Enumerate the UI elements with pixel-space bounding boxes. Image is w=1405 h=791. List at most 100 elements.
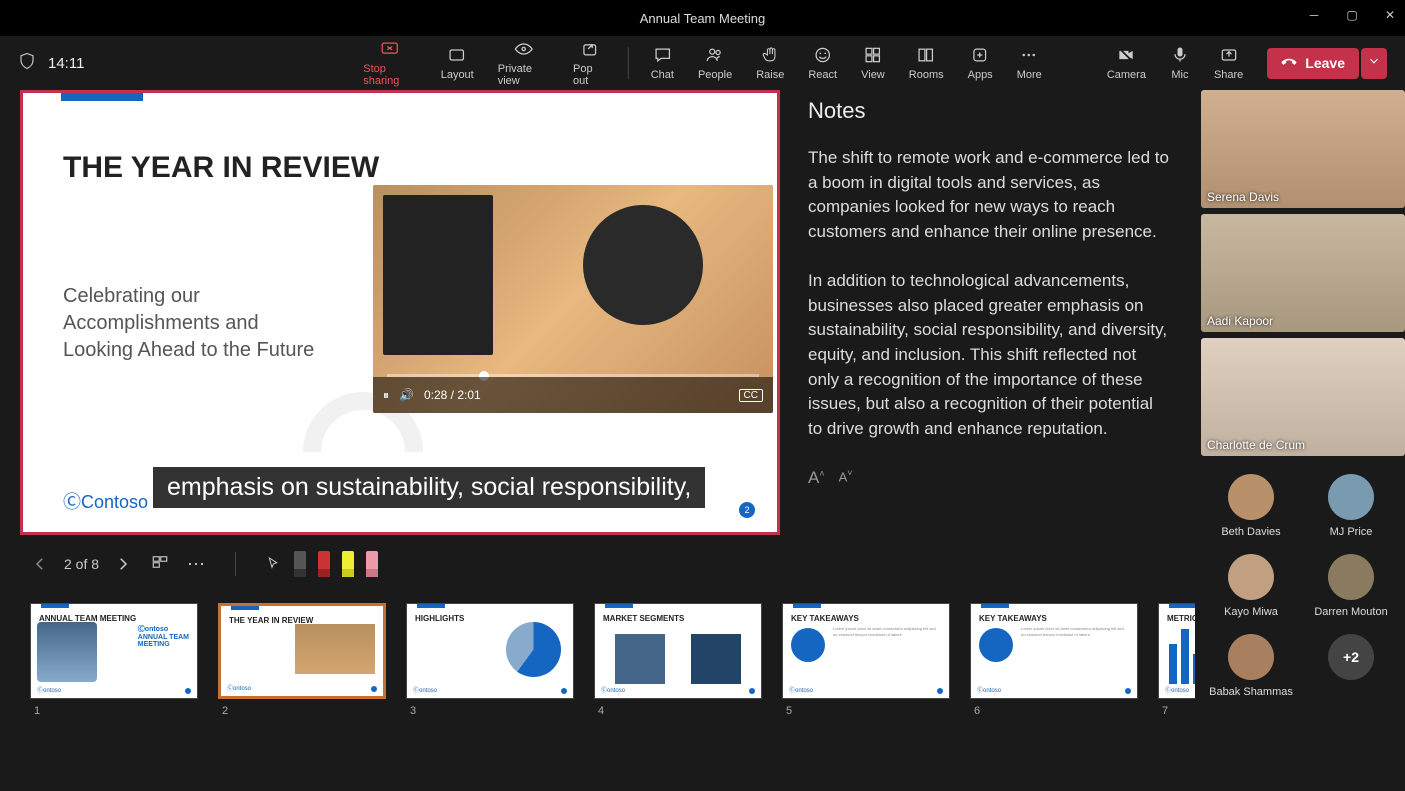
thumbnail-number: 6 — [970, 705, 1138, 717]
pop-out-icon — [579, 39, 599, 59]
chat-button[interactable]: Chat — [639, 38, 686, 88]
participant-avatar[interactable]: MJ Price — [1301, 466, 1401, 546]
participant-name: Babak Shammas — [1209, 686, 1293, 698]
titlebar: Annual Team Meeting ─ ▢ ✕ — [0, 0, 1405, 36]
more-button[interactable]: More — [1005, 38, 1054, 88]
participant-tile[interactable]: Charlotte de Crum — [1201, 338, 1405, 456]
participant-tile[interactable]: Aadi Kapoor — [1201, 214, 1405, 332]
participant-name: Charlotte de Crum — [1207, 438, 1305, 452]
more-options-button[interactable]: ⋯ — [187, 554, 205, 575]
apps-button[interactable]: Apps — [956, 38, 1005, 88]
chevron-down-icon — [1367, 54, 1381, 68]
people-icon — [705, 45, 725, 65]
meeting-timer: 14:11 — [48, 55, 84, 72]
grid-view-button[interactable] — [151, 553, 169, 576]
thumbnail-slide-7[interactable]: METRICSⒸontoso — [1158, 603, 1195, 699]
slide-counter: 2 of 8 — [64, 556, 99, 572]
highlighter-yellow[interactable] — [342, 551, 354, 577]
pen-red[interactable] — [318, 551, 330, 577]
participant-avatar[interactable]: Darren Mouton — [1301, 546, 1401, 626]
thumbnail-slide-4[interactable]: MARKET SEGMENTSⒸontoso — [594, 603, 762, 699]
participant-name: Aadi Kapoor — [1207, 314, 1273, 328]
participant-name: MJ Price — [1330, 526, 1373, 538]
thumbnail-slide-5[interactable]: KEY TAKEAWAYSⒸontosoLorem ipsum dolor si… — [782, 603, 950, 699]
slide-embedded-video[interactable]: ⏸ 🔊 0:28 / 2:01 CC — [373, 185, 773, 413]
volume-icon[interactable]: 🔊 — [399, 388, 414, 402]
mic-button[interactable]: Mic — [1158, 38, 1202, 88]
stop-sharing-button[interactable]: Stop sharing — [351, 38, 428, 88]
participant-name: Kayo Miwa — [1224, 606, 1278, 618]
participants-panel: Serena Davis Aadi Kapoor Charlotte de Crum… — [1195, 90, 1405, 791]
thumbnail-number: 3 — [406, 705, 574, 717]
close-button[interactable]: ✕ — [1383, 8, 1397, 22]
layout-icon — [447, 45, 467, 65]
eraser-tool[interactable] — [366, 551, 378, 577]
share-icon — [1219, 45, 1239, 65]
prev-slide-button[interactable] — [30, 554, 50, 574]
view-grid-icon — [863, 45, 883, 65]
more-icon — [1019, 45, 1039, 65]
presented-slide: THE YEAR IN REVIEW Celebrating our Accom… — [20, 90, 780, 535]
slide-page-badge: 2 — [739, 502, 755, 518]
thumbnail-slide-6[interactable]: KEY TAKEAWAYSⒸontosoLorem ipsum dolor si… — [970, 603, 1138, 699]
view-button[interactable]: View — [849, 38, 897, 88]
font-decrease-button[interactable]: A˅ — [839, 468, 853, 488]
notes-body: The shift to remote work and e-commerce … — [808, 146, 1170, 442]
react-button[interactable]: React — [796, 38, 849, 88]
camera-off-icon — [1116, 45, 1136, 65]
participant-name: Darren Mouton — [1314, 606, 1387, 618]
slide-thumbnails: ANNUAL TEAM MEETINGⒸontosoⒸontosoANNUAL … — [20, 587, 1195, 717]
thumbnail-number: 5 — [782, 705, 950, 717]
layout-button[interactable]: Layout — [429, 38, 486, 88]
notes-heading: Notes — [808, 98, 1170, 124]
leave-button[interactable]: Leave — [1267, 48, 1359, 79]
participant-avatar[interactable]: Beth Davies — [1201, 466, 1301, 546]
participant-name: Beth Davies — [1221, 526, 1280, 538]
minimize-button[interactable]: ─ — [1307, 8, 1321, 22]
leave-options-button[interactable] — [1361, 48, 1387, 79]
share-button[interactable]: Share — [1202, 38, 1255, 88]
raise-button[interactable]: Raise — [744, 38, 796, 88]
private-view-button[interactable]: Private view — [486, 38, 561, 88]
pop-out-button[interactable]: Pop out — [561, 38, 618, 88]
cursor-tool[interactable] — [266, 556, 282, 577]
meeting-toolbar: 14:11 Stop sharing Layout Private view P… — [0, 36, 1405, 90]
video-time: 0:28 / 2:01 — [424, 388, 481, 402]
raise-hand-icon — [760, 45, 780, 65]
camera-button[interactable]: Camera — [1095, 38, 1158, 88]
participants-overflow-button[interactable]: +2 — [1301, 626, 1401, 706]
participant-avatar[interactable]: Kayo Miwa — [1201, 546, 1301, 626]
people-button[interactable]: People — [686, 38, 744, 88]
window-title: Annual Team Meeting — [640, 11, 766, 26]
chat-icon — [652, 45, 672, 65]
thumbnail-slide-1[interactable]: ANNUAL TEAM MEETINGⒸontosoⒸontosoANNUAL … — [30, 603, 198, 699]
shield-icon — [18, 52, 36, 75]
thumbnail-number: 2 — [218, 705, 386, 717]
thumbnail-number: 1 — [30, 705, 198, 717]
play-pause-icon[interactable]: ⏸ — [383, 388, 389, 403]
next-slide-button[interactable] — [113, 554, 133, 574]
contoso-logo: ⒸContoso — [63, 488, 148, 514]
stop-sharing-icon — [380, 39, 400, 59]
cc-button[interactable]: CC — [739, 389, 763, 402]
phone-icon — [1281, 54, 1297, 73]
slide-subtitle: Celebrating our Accomplishments and Look… — [23, 185, 323, 364]
thumbnail-number: 7 — [1158, 705, 1195, 717]
participant-avatar[interactable]: Babak Shammas — [1201, 626, 1301, 706]
thumbnail-number: 4 — [594, 705, 762, 717]
live-caption: emphasis on sustainability, social respo… — [153, 467, 705, 508]
mic-icon — [1170, 45, 1190, 65]
presenter-toolbar: 2 of 8 ⋯ — [20, 535, 1195, 587]
maximize-button[interactable]: ▢ — [1345, 8, 1359, 22]
thumbnail-slide-2[interactable]: THE YEAR IN REVIEWⒸontoso — [218, 603, 386, 699]
rooms-button[interactable]: Rooms — [897, 38, 956, 88]
thumbnail-slide-3[interactable]: HIGHLIGHTSⒸontoso — [406, 603, 574, 699]
slide-title: THE YEAR IN REVIEW — [23, 93, 777, 185]
participant-tile[interactable]: Serena Davis — [1201, 90, 1405, 208]
eye-icon — [513, 39, 533, 59]
react-icon — [813, 45, 833, 65]
rooms-icon — [916, 45, 936, 65]
font-increase-button[interactable]: A˄ — [808, 468, 825, 488]
participant-name: Serena Davis — [1207, 190, 1279, 204]
pen-black[interactable] — [294, 551, 306, 577]
